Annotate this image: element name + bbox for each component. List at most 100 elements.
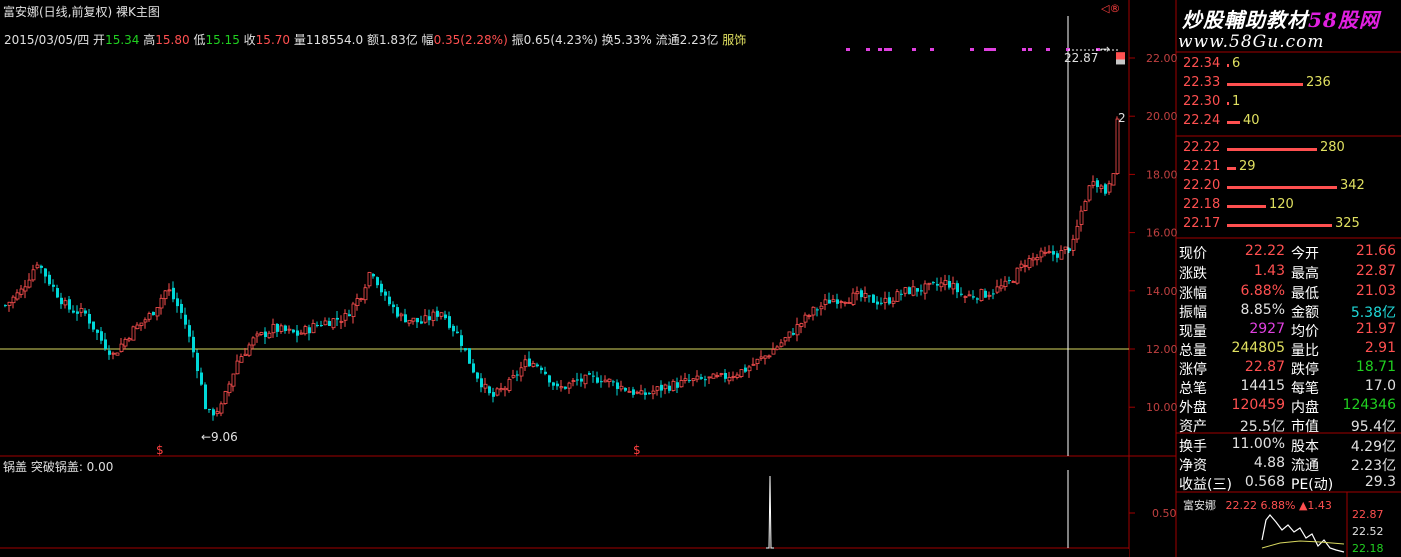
info-open-label: 开: [93, 33, 106, 47]
quote-row: 涨停 22.87 跌停 18.71: [1179, 359, 1399, 379]
quote-value: 95.4亿: [1350, 419, 1396, 435]
candle-body: [956, 283, 959, 293]
mini-axis-2: 22.52: [1352, 525, 1384, 538]
candle-body: [436, 310, 439, 317]
stock-chart-window: 22.00 20.00 18.00 16.00 14.00 12.00 10.00 富安娜(…: [0, 0, 1401, 557]
info-float-label: 流通: [655, 33, 680, 47]
candle-body: [48, 274, 51, 285]
candle-body: [828, 299, 831, 304]
quote-row: 资产 25.5亿 市值 95.4亿: [1179, 416, 1399, 436]
candle-body: [308, 327, 311, 334]
candle-body: [1059, 250, 1064, 260]
candle-body: [883, 297, 888, 303]
candle-body: [219, 403, 224, 414]
candle-body: [691, 378, 696, 382]
signal-mark: [888, 48, 892, 51]
candle-body: [499, 388, 504, 391]
candle-body: [1052, 251, 1055, 255]
candle-body: [923, 283, 928, 294]
ob-volume-bar: [1227, 186, 1337, 189]
candle-body: [92, 321, 95, 330]
quote-value: 21.97: [1355, 321, 1396, 337]
candle-body: [860, 290, 863, 298]
quote-row: 净资 4.88 流通 2.23亿: [1179, 455, 1399, 475]
candle-body: [44, 268, 47, 277]
candle-body: [511, 374, 516, 378]
quote-label: 量比: [1291, 343, 1319, 359]
candle-body: [876, 301, 879, 305]
low-annotation: ←9.06: [201, 430, 238, 444]
quote-row: 涨跌 1.43 最高 22.87: [1179, 263, 1399, 283]
candles: [4, 52, 1125, 421]
candle-body: [7, 301, 12, 306]
ob-price: 22.18: [1183, 197, 1221, 212]
candle-body: [948, 280, 951, 288]
signal-mark: [884, 48, 888, 51]
quote-row: 外盘 120459 内盘 124346: [1179, 397, 1399, 417]
price-axis-label: 12.00: [1146, 343, 1178, 356]
ob-price: 22.20: [1183, 178, 1221, 193]
candle-body: [40, 265, 43, 268]
candle-body: [292, 329, 295, 333]
subchart-spike: [766, 475, 774, 549]
candle-body: [767, 355, 772, 358]
price-axis-label: 18.00: [1146, 168, 1178, 181]
candle-body: [372, 274, 375, 277]
candle-body: [15, 292, 20, 300]
candle-body: [580, 378, 583, 382]
mini-axis-3: 22.18: [1352, 542, 1384, 555]
quote-label: 内盘: [1291, 400, 1319, 416]
candle-body: [920, 290, 923, 292]
candle-body: [992, 293, 995, 295]
candle-body: [927, 282, 932, 285]
candle-body: [1008, 280, 1011, 282]
candle-body: [588, 373, 591, 375]
mini-header: 富安娜 22.22 6.88% ▲1.43: [1183, 497, 1332, 513]
candle-body: [431, 311, 436, 321]
candle-body: [1099, 185, 1104, 190]
candle-body: [556, 383, 559, 387]
candle-body: [1047, 251, 1052, 254]
candle-body: [84, 310, 87, 314]
candle-body: [456, 331, 459, 334]
candle-body: [60, 297, 63, 305]
candle-body: [1031, 257, 1036, 261]
quote-label: 现价: [1179, 246, 1207, 262]
candle-body: [328, 321, 331, 326]
quote-label: 金额: [1291, 305, 1319, 321]
candle-body: [823, 299, 828, 305]
candle-body: [123, 338, 128, 347]
candle-body: [152, 311, 155, 316]
candle-body: [911, 286, 916, 296]
candle-body: [388, 296, 391, 305]
candle-body: [544, 371, 547, 374]
watermark-title-a: 炒股輔助教材: [1182, 8, 1308, 32]
candle-body: [255, 333, 260, 337]
candle-body: [936, 284, 939, 286]
candle-body: [100, 331, 103, 341]
candle-body: [452, 325, 455, 332]
corner-mark[interactable]: ◁®: [1101, 2, 1120, 15]
quote-value: 22.22: [1244, 243, 1285, 259]
ob-volume: 120: [1269, 197, 1294, 212]
candle-body: [868, 295, 871, 297]
candle-body: [979, 289, 984, 301]
info-close: 15.70: [255, 33, 291, 47]
candle-body: [476, 372, 479, 379]
candle-body: [744, 367, 747, 372]
info-low: 15.15: [205, 33, 240, 47]
quote-value: 2.23亿: [1350, 458, 1396, 474]
candle-body: [600, 381, 603, 383]
quote-label: 收益(三): [1179, 477, 1232, 493]
candle-body: [755, 358, 760, 364]
candle-body: [243, 353, 248, 356]
watermark-title: 炒股輔助教材58股网: [1182, 4, 1398, 33]
info-industry[interactable]: 服饰: [722, 33, 746, 47]
candle-body: [303, 326, 308, 335]
candle-body: [603, 379, 608, 383]
candle-body: [707, 376, 712, 379]
candle-body: [775, 346, 780, 350]
mini-pct: 6.88%: [1260, 499, 1296, 512]
candle-body: [407, 319, 412, 324]
candle-body: [751, 363, 756, 366]
